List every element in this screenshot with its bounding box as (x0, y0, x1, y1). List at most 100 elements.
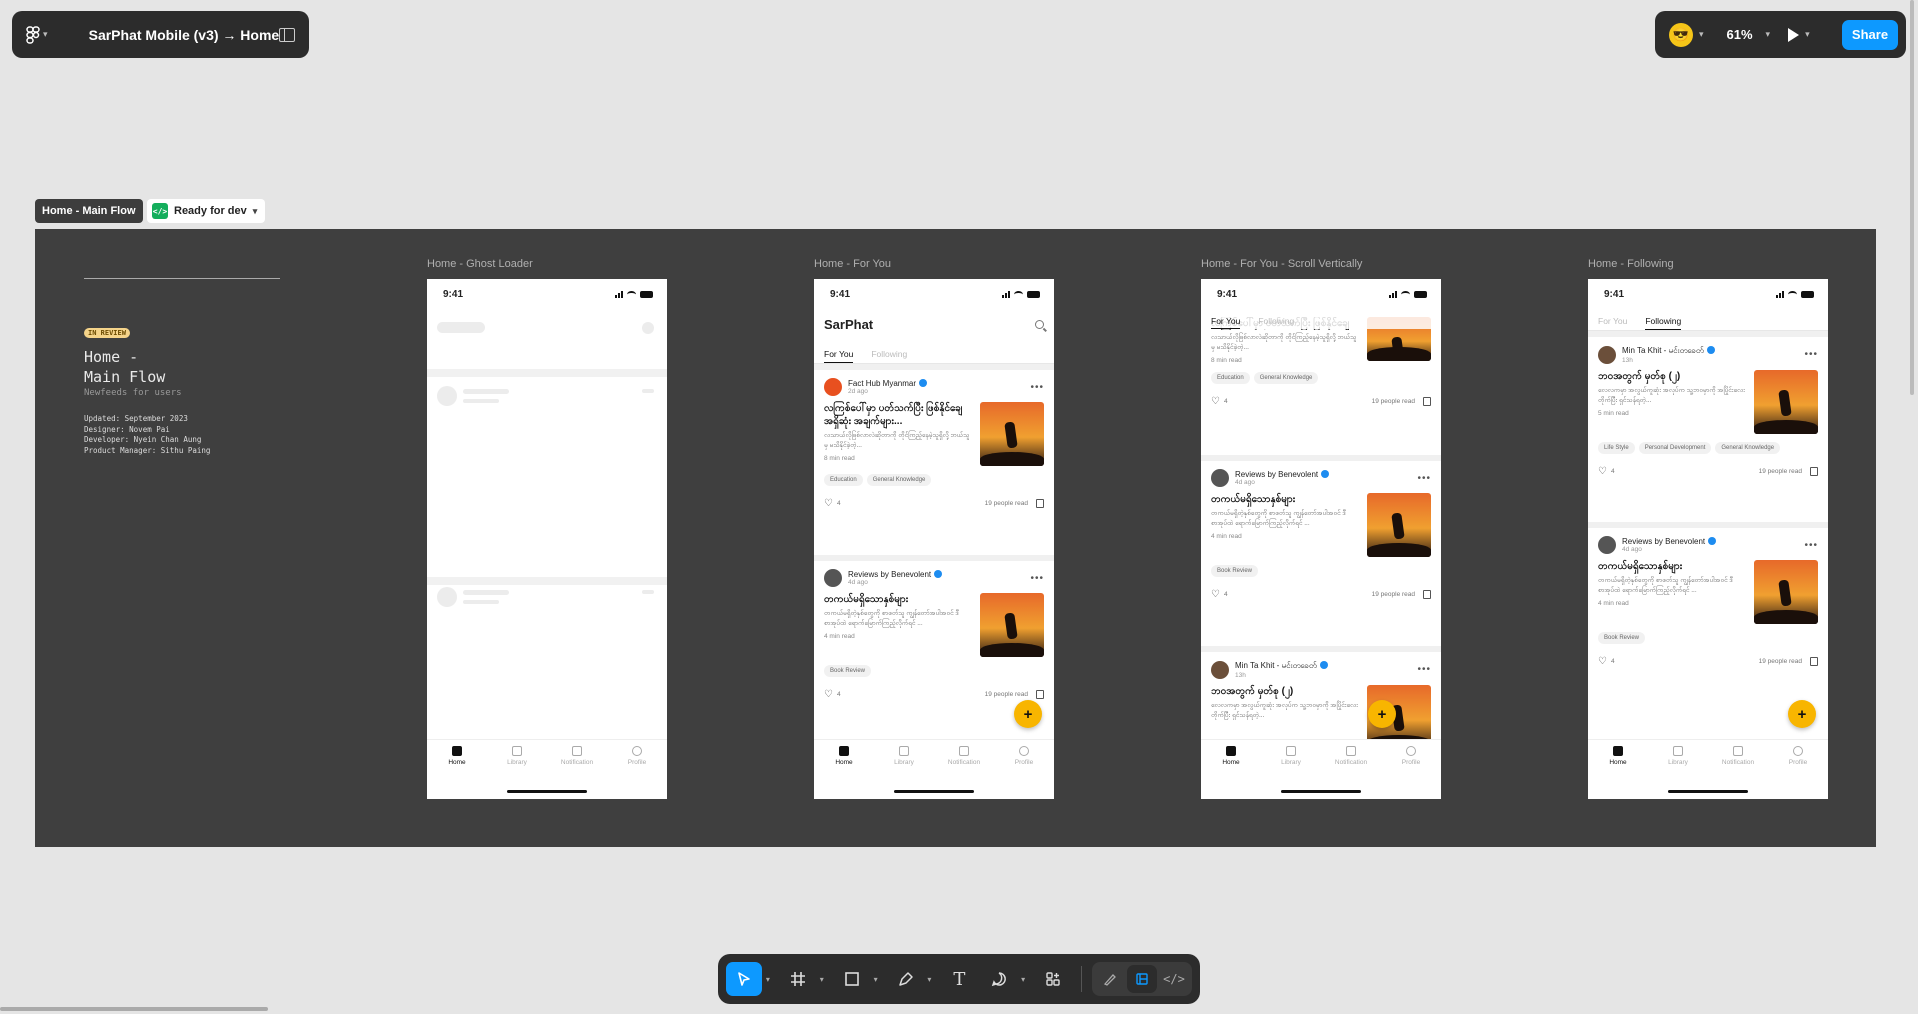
post-card[interactable]: Reviews by Benevolent 4d ago ••• တကယ်မရှ… (814, 569, 1054, 700)
section-name-tag[interactable]: Home - Main Flow (35, 199, 143, 223)
tab-following[interactable]: Following (1645, 316, 1682, 330)
topic-chip[interactable]: General Knowledge (866, 474, 932, 486)
components-grid-icon (1046, 972, 1060, 986)
nav-profile[interactable]: Profile (1386, 746, 1436, 779)
shape-tool[interactable] (834, 962, 870, 996)
chevron-down-icon[interactable]: ▾ (874, 975, 878, 984)
nav-library[interactable]: Library (1653, 746, 1703, 779)
comment-tool[interactable] (981, 962, 1017, 996)
new-post-fab[interactable]: + (1368, 700, 1396, 728)
more-icon[interactable]: ••• (1417, 473, 1431, 484)
tab-following[interactable]: Following (871, 349, 907, 363)
nav-library[interactable]: Library (1266, 746, 1316, 779)
tab-following[interactable]: Following (1258, 316, 1294, 329)
heart-icon[interactable]: ♡ (1598, 656, 1607, 667)
frame-label-scroll[interactable]: Home - For You - Scroll Vertically (1201, 258, 1362, 270)
phone-following[interactable]: 9:41 For You Following Min Ta Khit - မင်… (1588, 279, 1828, 799)
share-button[interactable]: Share (1842, 19, 1898, 50)
bookmark-icon[interactable] (1423, 590, 1431, 599)
present-play-icon[interactable] (1788, 27, 1800, 42)
tab-for-you[interactable]: For You (824, 349, 854, 363)
move-tool[interactable] (726, 962, 762, 996)
ready-for-dev-tag[interactable]: </> Ready for dev ▾ (147, 199, 266, 223)
nav-profile[interactable]: Profile (1773, 746, 1823, 779)
nav-home[interactable]: Home (1206, 746, 1256, 779)
bookmark-icon[interactable] (1810, 657, 1818, 666)
nav-notification[interactable]: Notification (1713, 746, 1763, 779)
topic-chip[interactable]: Education (1211, 372, 1250, 384)
tab-for-you[interactable]: For You (1211, 316, 1241, 329)
post-card[interactable]: Reviews by Benevolent 4d ago ••• တကယ်မရှ… (1201, 469, 1441, 600)
user-avatar[interactable]: 😎 (1669, 22, 1693, 47)
bookmark-icon[interactable] (1036, 690, 1044, 699)
post-card[interactable]: Fact Hub Myanmar 2d ago ••• လကြစ်ပေါ်မှာ… (814, 378, 1054, 509)
post-card[interactable]: Min Ta Khit - မင်းတခေတ် 13h ••• ဘဝအတွက် … (1201, 660, 1441, 749)
more-icon[interactable]: ••• (1804, 349, 1818, 360)
chevron-down-icon[interactable]: ▾ (766, 975, 770, 984)
topic-chip[interactable]: General Knowledge (1715, 442, 1781, 454)
more-icon[interactable]: ••• (1804, 540, 1818, 551)
heart-icon[interactable]: ♡ (1211, 589, 1220, 600)
search-icon[interactable] (1035, 320, 1044, 329)
phone-for-you[interactable]: 9:41 SarPhat For You Following Fact Hub … (814, 279, 1054, 799)
more-icon[interactable]: ••• (1030, 382, 1044, 393)
more-icon[interactable]: ••• (1417, 664, 1431, 675)
nav-home[interactable]: Home (1593, 746, 1643, 779)
chevron-down-icon[interactable]: ▾ (820, 975, 824, 984)
new-post-fab[interactable]: + (1014, 700, 1042, 728)
zoom-level[interactable]: 61% (1720, 27, 1760, 42)
post-card[interactable]: Reviews by Benevolent 4d ago ••• တကယ်မရှ… (1588, 536, 1828, 667)
chevron-down-icon[interactable]: ▾ (927, 975, 931, 984)
frame-label-following[interactable]: Home - Following (1588, 258, 1674, 270)
dev-mode-button[interactable]: </> (1159, 965, 1189, 993)
heart-icon[interactable]: ♡ (824, 689, 833, 700)
nav-profile[interactable]: Profile (612, 746, 662, 779)
toggle-sidebar-icon[interactable] (279, 27, 295, 42)
nav-library[interactable]: Library (492, 746, 542, 779)
post-card-partial[interactable]: လကြစ်ပေါ်မှာ ပတ်သက်ပြီး ဖြစ်နိုင်ချေအရှိ… (1201, 317, 1441, 407)
topic-chip[interactable]: Life Style (1598, 442, 1635, 454)
heart-icon[interactable]: ♡ (1211, 396, 1220, 407)
chevron-down-icon[interactable]: ▾ (1699, 29, 1704, 40)
phone-for-you-scroll[interactable]: လကြစ်ပေါ်မှာ ပတ်သက်ပြီး ဖြစ်နိုင်ချေအရှိ… (1201, 279, 1441, 799)
nav-home[interactable]: Home (432, 746, 482, 779)
file-title[interactable]: SarPhat Mobile (v3) → Home (89, 27, 280, 43)
topic-chip[interactable]: Book Review (1598, 632, 1646, 644)
topic-chip[interactable]: Education (824, 474, 863, 486)
frame-label-for-you[interactable]: Home - For You (814, 258, 891, 270)
chevron-down-icon[interactable]: ▾ (1805, 29, 1810, 40)
heart-icon[interactable]: ♡ (1598, 466, 1607, 477)
vertical-scrollbar[interactable] (1910, 0, 1914, 395)
topic-chip[interactable]: Personal Development (1638, 442, 1712, 454)
design-mode-button[interactable] (1126, 965, 1157, 993)
main-menu-button[interactable]: ▾ (26, 25, 54, 44)
nav-profile[interactable]: Profile (999, 746, 1049, 779)
pen-tool[interactable] (888, 962, 924, 996)
more-icon[interactable]: ••• (1030, 573, 1044, 584)
topic-chip[interactable]: General Knowledge (1253, 372, 1319, 384)
nav-home[interactable]: Home (819, 746, 869, 779)
topic-chip[interactable]: Book Review (1211, 565, 1259, 577)
nav-library[interactable]: Library (879, 746, 929, 779)
chevron-down-icon[interactable]: ▾ (1021, 975, 1025, 984)
phone-ghost-loader[interactable]: 9:41 Home Library Notification Profile (427, 279, 667, 799)
actions-tool[interactable] (1035, 962, 1071, 996)
post-card[interactable]: Min Ta Khit - မင်းတခေတ် 13h ••• ဘဝအတွက် … (1588, 345, 1828, 477)
bookmark-icon[interactable] (1423, 397, 1431, 406)
frame-tool[interactable] (780, 962, 816, 996)
chevron-down-icon[interactable]: ▾ (1766, 29, 1771, 40)
text-tool[interactable]: T (941, 962, 977, 996)
horizontal-scrollbar[interactable] (0, 1007, 268, 1011)
new-post-fab[interactable]: + (1788, 700, 1816, 728)
frame-label-ghost-loader[interactable]: Home - Ghost Loader (427, 258, 533, 270)
nav-notification[interactable]: Notification (552, 746, 602, 779)
tab-for-you[interactable]: For You (1598, 316, 1627, 330)
library-icon (1286, 746, 1296, 756)
bookmark-icon[interactable] (1810, 467, 1818, 476)
topic-chip[interactable]: Book Review (824, 665, 872, 677)
draw-mode-button[interactable] (1095, 965, 1125, 993)
nav-notification[interactable]: Notification (1326, 746, 1376, 779)
bookmark-icon[interactable] (1036, 499, 1044, 508)
nav-notification[interactable]: Notification (939, 746, 989, 779)
heart-icon[interactable]: ♡ (824, 498, 833, 509)
